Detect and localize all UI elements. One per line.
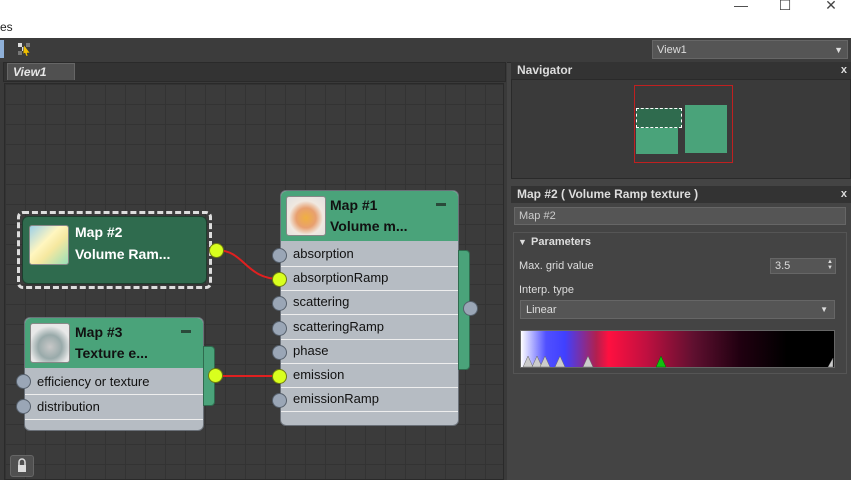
map3-slot-label: distribution — [37, 399, 100, 414]
map3-output-socket[interactable] — [208, 368, 223, 383]
map3-node[interactable]: Map #3 Texture e... efficiency or textur… — [24, 317, 204, 431]
map3-title: Map #3 — [75, 324, 123, 340]
navigator-title: Navigator — [517, 63, 573, 77]
map-properties-header: Map #2 ( Volume Ramp texture ) x — [511, 186, 851, 203]
chevron-down-icon: ▼ — [834, 45, 843, 55]
map1-slot-label: emission — [293, 367, 345, 382]
map1-slot-emissionRamp: emissionRamp — [281, 387, 458, 412]
max-grid-value: 3.5 — [775, 260, 791, 272]
navigator-panel[interactable] — [511, 79, 851, 179]
close-icon[interactable]: ✕ — [808, 0, 851, 14]
map1-input-socket-absorption[interactable] — [272, 248, 287, 263]
map1-thumbnail — [286, 196, 326, 236]
ramp-marker — [522, 355, 534, 368]
map2-node[interactable]: Map #2 Volume Ram... — [22, 216, 207, 284]
map3-input-socket-distribution[interactable] — [16, 399, 31, 414]
map1-slot-label: phase — [293, 343, 329, 358]
map2-subtitle: Volume Ram... — [75, 246, 171, 262]
max-grid-label: Max. grid value — [519, 260, 594, 272]
ramp-marker — [554, 355, 566, 368]
navigator-node-map1 — [685, 105, 727, 153]
map3-slot-label: efficiency or texture — [37, 374, 150, 389]
chevron-down-icon: ▼ — [820, 305, 828, 314]
map1-slot-label: scatteringRamp — [293, 319, 385, 334]
max-grid-spinner[interactable]: 3.5 ▲▼ — [770, 258, 836, 274]
map3-slot-distribution: distribution — [25, 395, 203, 420]
map1-input-socket-emission[interactable] — [272, 369, 287, 384]
map1-slot-label: emissionRamp — [293, 391, 379, 406]
navigator-header: Navigator x — [511, 62, 851, 79]
map1-title: Map #1 — [330, 197, 378, 213]
map1-slot-scatteringRamp: scatteringRamp — [281, 315, 458, 340]
map1-subtitle: Volume m... — [330, 218, 408, 234]
maximize-icon[interactable]: ☐ — [762, 0, 808, 14]
interp-type-label: Interp. type — [519, 284, 575, 296]
map3-collapse-icon[interactable] — [181, 330, 191, 333]
map3-thumbnail — [30, 323, 70, 363]
map2-output-socket[interactable] — [209, 243, 224, 258]
spinner-arrows-icon[interactable]: ▲▼ — [826, 259, 833, 271]
map3-input-socket-efficiency[interactable] — [16, 374, 31, 389]
map1-input-socket-emissionRamp[interactable] — [272, 393, 287, 408]
map2-title: Map #2 — [75, 224, 123, 240]
rollout-arrow-icon[interactable]: ▼ — [518, 237, 527, 247]
lock-icon[interactable] — [10, 455, 34, 477]
navigator-node-map2 — [636, 108, 682, 128]
ramp-marker — [582, 355, 594, 368]
parameters-title[interactable]: Parameters — [531, 236, 591, 248]
interp-type-dropdown[interactable]: Linear ▼ — [520, 300, 835, 319]
view-selector-dropdown[interactable]: View1 ▼ — [652, 40, 848, 59]
ramp-marker — [539, 355, 551, 368]
map2-thumbnail — [29, 225, 69, 265]
map1-slot-emission: emission — [281, 363, 458, 388]
ramp-marker-selected — [655, 355, 667, 368]
map1-slot-label: absorption — [293, 246, 354, 261]
close-icon[interactable]: x — [841, 62, 847, 79]
map1-collapse-icon[interactable] — [436, 203, 446, 206]
map1-slot-scattering: scattering — [281, 290, 458, 315]
map1-slot-absorption: absorption — [281, 242, 458, 267]
map-name-field[interactable]: Map #2 — [514, 207, 846, 225]
map3-slot-efficiency: efficiency or texture — [25, 370, 203, 395]
map1-node[interactable]: Map #1 Volume m... absorption absorption… — [280, 190, 459, 426]
minimize-icon[interactable]: — — [718, 0, 764, 14]
ramp-markers[interactable] — [520, 352, 835, 368]
map1-slot-label: absorptionRamp — [293, 270, 389, 285]
map3-subtitle: Texture e... — [75, 345, 148, 361]
map1-slot-label: scattering — [293, 294, 350, 309]
map1-input-socket-phase[interactable] — [272, 345, 287, 360]
map1-output-socket[interactable] — [463, 301, 478, 316]
map1-slot-absorptionRamp: absorptionRamp — [281, 266, 458, 291]
interp-type-value: Linear — [526, 304, 557, 316]
ramp-marker — [827, 357, 834, 368]
map1-input-socket-scatteringRamp[interactable] — [272, 321, 287, 336]
wire-map2-absorptionRamp — [215, 249, 281, 280]
view-selector-value: View1 — [657, 44, 687, 56]
map1-input-socket-absorptionRamp[interactable] — [272, 272, 287, 287]
close-icon[interactable]: x — [841, 186, 847, 203]
map1-input-socket-scattering[interactable] — [272, 296, 287, 311]
map-properties-title: Map #2 ( Volume Ramp texture ) — [517, 187, 699, 201]
map1-slot-phase: phase — [281, 339, 458, 364]
